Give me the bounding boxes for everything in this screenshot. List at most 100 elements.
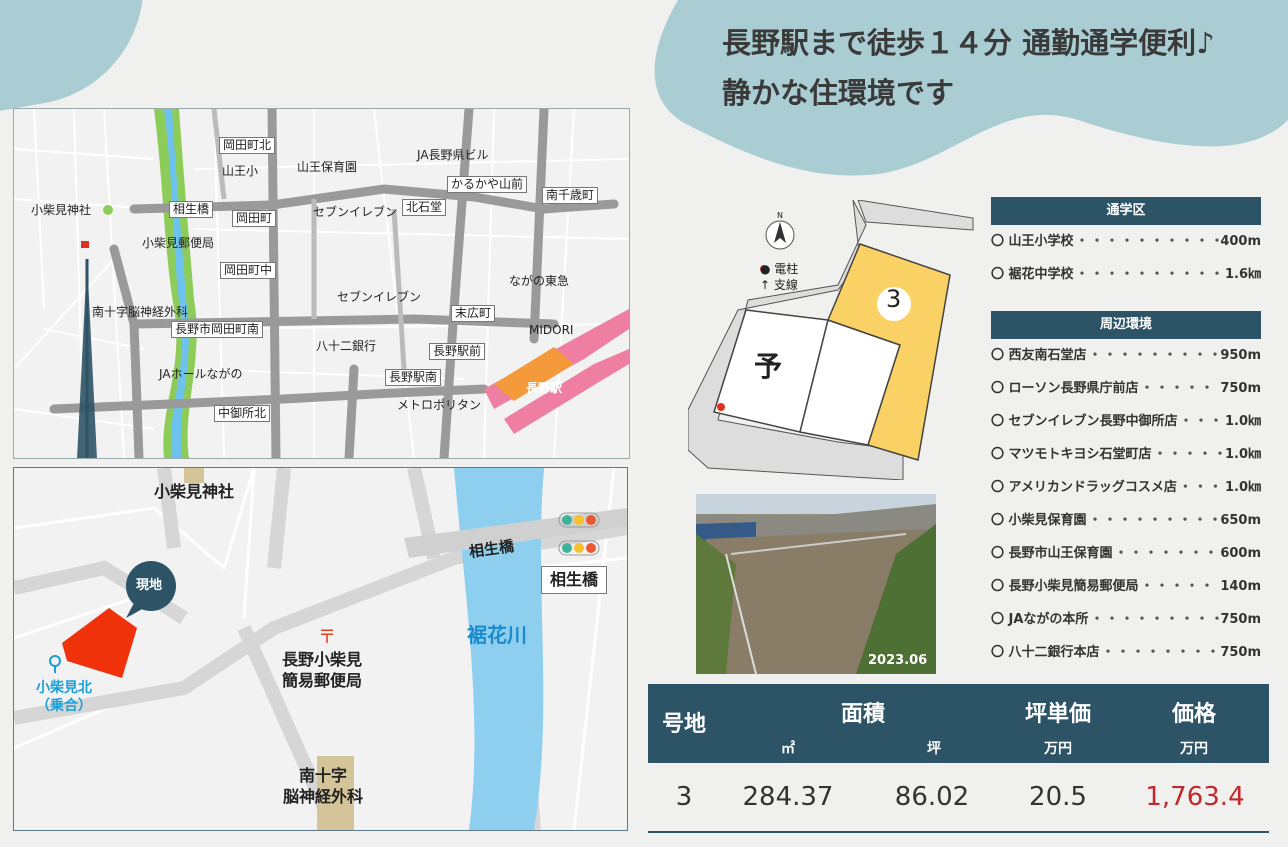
detail-label-hospital: 南十字 脳神経外科 (283, 766, 364, 806)
env-item-name: 〇 JAながの本所 (991, 612, 1089, 627)
env-item-name: 〇 セブンイレブン長野中御所店 (991, 414, 1178, 429)
env-item: 〇 セブンイレブン長野中御所店・・・・・・・・・・・・・・・・・・・・・1.0㎞ (991, 405, 1261, 438)
env-item: 〇 長野小柴見簡易郵便局・・・・・・・・・・・・・・・・・・・・・140m (991, 570, 1261, 603)
surroundings-panel: 周辺環境 〇 西友南石堂店・・・・・・・・・・・・・・・・・・・・・950m〇 … (991, 311, 1261, 669)
school-item: 〇 裾花中学校・・・・・・・・・・・・・・・・・・・・・1.6㎞ (991, 258, 1261, 291)
env-item-distance: 1.0㎞ (1224, 480, 1261, 495)
map-label: 長野市岡田町南 (171, 321, 264, 338)
leader-dots: ・・・・・・・・・・・・・・・・・・・・・ (1178, 480, 1225, 495)
header-price: 価格 (1171, 702, 1216, 727)
lot-number: 3 (886, 285, 902, 313)
leader-dots: ・・・・・・・・・・・・・・・・・・・・・ (1075, 267, 1225, 282)
leader-dots: ・・・・・・・・・・・・・・・・・・・・・ (1090, 612, 1220, 627)
detail-label-shrine: 小柴見神社 (154, 482, 235, 501)
map-label: メトロポリタン (397, 398, 482, 412)
cell-area-tsubo: 86.02 (894, 782, 970, 812)
surroundings-header: 周辺環境 (991, 311, 1261, 339)
decorative-blob-top-left (0, 0, 163, 116)
svg-text:〒: 〒 (318, 627, 336, 648)
env-item: 〇 小柴見保育園・・・・・・・・・・・・・・・・・・・・・650m (991, 504, 1261, 537)
env-item-distance: 140m (1220, 579, 1261, 594)
site-marker-label: 現地 (136, 578, 163, 593)
map-label: 南十字脳神経外科 (92, 305, 189, 319)
header-lot: 号地 (661, 712, 706, 737)
header-area: 面積 (840, 702, 885, 727)
map-label: 山王小 (222, 164, 259, 178)
env-item: 〇 長野市山王保育園・・・・・・・・・・・・・・・・・・・・・600m (991, 537, 1261, 570)
env-item: 〇 ローソン長野県庁前店・・・・・・・・・・・・・・・・・・・・・750m (991, 372, 1261, 405)
detail-label-bridge-box: 相生橋 (541, 566, 608, 594)
map-label: セブンイレブン (313, 205, 398, 219)
env-item-name: 〇 マツモトキヨシ石堂町店 (991, 447, 1152, 462)
school-item-name: 〇 山王小学校 (991, 234, 1074, 249)
school-item-distance: 400m (1220, 234, 1261, 249)
headline: 長野駅まで徒歩１４分 通勤通学便利♪ 静かな住環境です (722, 18, 1215, 118)
map-label: 岡田町 (232, 210, 277, 227)
map-label: 長野駅南 (385, 369, 442, 386)
leader-dots: ・・・・・・・・・・・・・・・・・・・・・ (1153, 447, 1225, 462)
map-label: 相生橋 (169, 201, 214, 218)
cell-price: 1,763.4 (1145, 782, 1245, 812)
unit-man-yen: 万円 (1044, 741, 1072, 757)
cell-lot: 3 (675, 782, 693, 812)
env-item: 〇 八十二銀行本店・・・・・・・・・・・・・・・・・・・・・750m (991, 636, 1261, 669)
detail-label-post-office: 長野小柴見 簡易郵便局 (282, 650, 363, 690)
env-item-distance: 750m (1220, 381, 1261, 396)
price-table: 号地 面積 坪単価 価格 ㎡ 坪 万円 万円 3 284.37 86.02 20… (648, 684, 1269, 833)
leader-dots: ・・・・・・・・・・・・・・・・・・・・・ (1140, 579, 1221, 594)
env-item: 〇 JAながの本所・・・・・・・・・・・・・・・・・・・・・750m (991, 603, 1261, 636)
map-label: セブンイレブン (337, 290, 422, 304)
school-item: 〇 山王小学校・・・・・・・・・・・・・・・・・・・・・400m (991, 225, 1261, 258)
unit-man-yen: 万円 (1180, 741, 1208, 757)
env-item-name: 〇 長野小柴見簡易郵便局 (991, 579, 1139, 594)
leader-dots: ・・・・・・・・・・・・・・・・・・・・・ (1088, 513, 1221, 528)
site-plan: 3 予 N ● 電柱 ↑ 支線 (687, 199, 978, 481)
header-unit-price: 坪単価 (1024, 702, 1091, 727)
map-label: 南千歳町 (542, 187, 599, 204)
site-plan-drawing (687, 199, 974, 481)
photo-date: 2023.06 (868, 653, 928, 668)
env-item-name: 〇 小柴見保育園 (991, 513, 1087, 528)
map-label: 小柴見郵便局 (142, 236, 215, 250)
legend-utility-pole: ● 電柱 (760, 262, 799, 276)
headline-line-1: 長野駅まで徒歩１４分 通勤通学便利♪ (722, 26, 1215, 60)
map-label: JAホールながの (159, 367, 243, 381)
map-label: ながの東急 (509, 274, 570, 288)
env-item-distance: 650m (1220, 513, 1261, 528)
map-label: 長野駅前 (429, 343, 486, 360)
env-item-name: 〇 ローソン長野県庁前店 (991, 381, 1139, 396)
map-label: 山王保育園 (297, 160, 358, 174)
map-label: 岡田町中 (220, 262, 277, 279)
area-map: 岡田町北 山王小 山王保育園 JA長野県ビル かるかや山前 南千歳町 小柴見神社… (13, 108, 630, 459)
env-item-distance: 1.0㎞ (1224, 447, 1261, 462)
unit-tsubo: 坪 (927, 741, 941, 757)
env-item-name: 〇 アメリカンドラッグコスメ店 (991, 480, 1177, 495)
school-district-header: 通学区 (991, 197, 1261, 225)
env-item: 〇 マツモトキヨシ石堂町店・・・・・・・・・・・・・・・・・・・・・1.0㎞ (991, 438, 1261, 471)
map-label: 中御所北 (214, 405, 271, 422)
leader-dots: ・・・・・・・・・・・・・・・・・・・・・ (1101, 645, 1221, 660)
leader-dots: ・・・・・・・・・・・・・・・・・・・・・ (1088, 348, 1221, 363)
unit-m2: ㎡ (781, 741, 795, 757)
legend-guy-wire: ↑ 支線 (760, 278, 798, 292)
school-item-name: 〇 裾花中学校 (991, 267, 1074, 282)
cell-area-m2: 284.37 (742, 782, 834, 812)
env-item-distance: 950m (1220, 348, 1261, 363)
north-arrow-icon: N (777, 211, 783, 220)
map-label: 長野駅 (526, 381, 563, 395)
school-district-panel: 通学区 〇 山王小学校・・・・・・・・・・・・・・・・・・・・・400m〇 裾花… (991, 197, 1261, 291)
env-item-name: 〇 西友南石堂店 (991, 348, 1087, 363)
site-photo-image (696, 494, 936, 674)
detail-label-bus-stop: 小柴見北 （乗合） (36, 680, 92, 714)
env-item-distance: 1.0㎞ (1224, 414, 1261, 429)
map-label: MIDORI (529, 323, 574, 337)
leader-dots: ・・・・・・・・・・・・・・・・・・・・・ (1140, 381, 1221, 396)
map-label: 八十二銀行 (316, 339, 377, 353)
env-item: 〇 アメリカンドラッグコスメ店・・・・・・・・・・・・・・・・・・・・・1.0㎞ (991, 471, 1261, 504)
env-item-distance: 600m (1220, 546, 1261, 561)
detail-label-river: 裾花川 (467, 623, 527, 647)
map-label: 小柴見神社 (31, 203, 92, 217)
map-label: かるかや山前 (447, 176, 528, 193)
env-item-name: 〇 八十二銀行本店 (991, 645, 1100, 660)
env-item-name: 〇 長野市山王保育園 (991, 546, 1113, 561)
